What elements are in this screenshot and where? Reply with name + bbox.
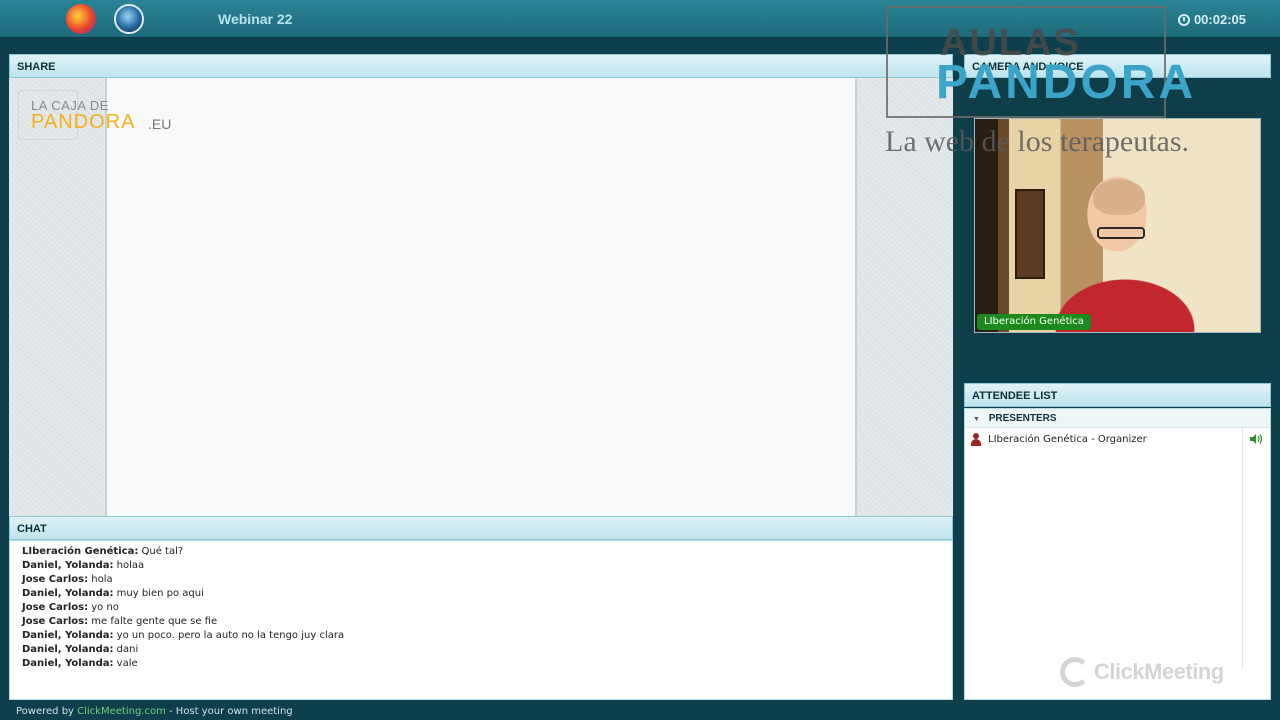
chat-author: Jose Carlos: <box>22 574 89 585</box>
timer-value: 00:02:05 <box>1193 12 1246 27</box>
clickmeeting-logo-icon <box>1060 657 1090 687</box>
chat-log[interactable]: LIberación Genética: Qué tal? Daniel, Yo… <box>9 540 953 700</box>
aulas-watermark-brand: PANDORA <box>936 56 1197 109</box>
share-header: SHARE <box>9 54 953 78</box>
chat-text: muy bien po aqui <box>113 588 204 599</box>
logo-suffix: .EU <box>148 116 172 132</box>
meeting-timer: 00:02:05 <box>1177 12 1246 27</box>
video-background-painting <box>1015 189 1045 279</box>
attendee-name: LIberación Genética - Organizer <box>988 433 1147 445</box>
chat-author: Daniel, Yolanda: <box>22 588 114 599</box>
globe-icon[interactable] <box>114 4 144 34</box>
aulas-watermark-tagline: La web de los terapeutas. <box>885 125 1190 158</box>
chat-message: Daniel, Yolanda: yo un poco. pero la aut… <box>22 629 940 643</box>
chat-author: Daniel, Yolanda: <box>22 630 114 641</box>
video-presenter-head <box>1093 179 1145 215</box>
chat-text: vale <box>113 658 138 669</box>
chat-message: Jose Carlos: hola <box>22 573 940 587</box>
person-icon <box>970 432 982 446</box>
chat-author: Jose Carlos: <box>22 602 89 613</box>
chat-author: Jose Carlos: <box>22 616 89 627</box>
video-name-tag: LIberación Genética <box>977 314 1091 330</box>
footer-suffix: - Host your own meeting <box>165 706 293 717</box>
shared-slide <box>105 78 857 518</box>
chat-author: Daniel, Yolanda: <box>22 644 114 655</box>
chat-author: LIberación Genética: <box>22 546 139 557</box>
chat-message: Jose Carlos: me falte gente que se fie <box>22 615 940 629</box>
footer-link[interactable]: ClickMeeting.com <box>77 706 166 717</box>
chat-message: Jose Carlos: yo no <box>22 601 940 615</box>
logo-line2: PANDORA <box>31 111 136 133</box>
footer-prefix: Powered by <box>16 706 78 717</box>
attendee-header: ATTENDEE LIST <box>964 383 1271 407</box>
chat-author: Daniel, Yolanda: <box>22 560 114 571</box>
chat-message: Daniel, Yolanda: holaa <box>22 559 940 573</box>
attendee-divider <box>1242 428 1243 668</box>
collapse-arrow-icon[interactable]: ▼ <box>973 416 980 423</box>
chat-text: me falte gente que se fie <box>88 616 218 627</box>
chat-header-label: CHAT <box>17 523 47 535</box>
clickmeeting-brand: ClickMeeting <box>1094 659 1224 684</box>
footer: Powered by ClickMeeting.com - Host your … <box>16 706 293 717</box>
chat-text: Qué tal? <box>138 546 184 557</box>
chat-message: Daniel, Yolanda: vale <box>22 657 940 671</box>
caja-pandora-logo: LA CAJA DE PANDORA .EU <box>18 90 178 140</box>
chat-text: dani <box>113 644 139 655</box>
chat-message: Daniel, Yolanda: dani <box>22 643 940 657</box>
clickmeeting-watermark: ClickMeeting <box>1060 656 1224 688</box>
chat-header: CHAT <box>9 516 953 540</box>
chat-text: holaa <box>113 560 145 571</box>
clock-icon <box>1177 13 1190 26</box>
chat-message: LIberación Genética: Qué tal? <box>22 545 940 559</box>
video-presenter-glasses <box>1097 227 1145 239</box>
presenters-group[interactable]: ▼ PRESENTERS <box>965 409 1270 428</box>
chat-text: yo un poco. pero la auto no la tengo juy… <box>113 630 345 641</box>
app-logo-icon[interactable] <box>66 4 96 34</box>
presenters-label: PRESENTERS <box>988 413 1057 424</box>
speaker-icon[interactable] <box>1249 433 1263 445</box>
share-header-label: SHARE <box>17 61 56 73</box>
chat-text: hola <box>88 574 113 585</box>
chat-author: Daniel, Yolanda: <box>22 658 114 669</box>
chat-text: yo no <box>88 602 119 613</box>
webinar-title: Webinar 22 <box>218 11 293 27</box>
attendee-item[interactable]: LIberación Genética - Organizer <box>970 431 1242 447</box>
chat-message: Daniel, Yolanda: muy bien po aqui <box>22 587 940 601</box>
attendee-header-label: ATTENDEE LIST <box>972 390 1058 402</box>
